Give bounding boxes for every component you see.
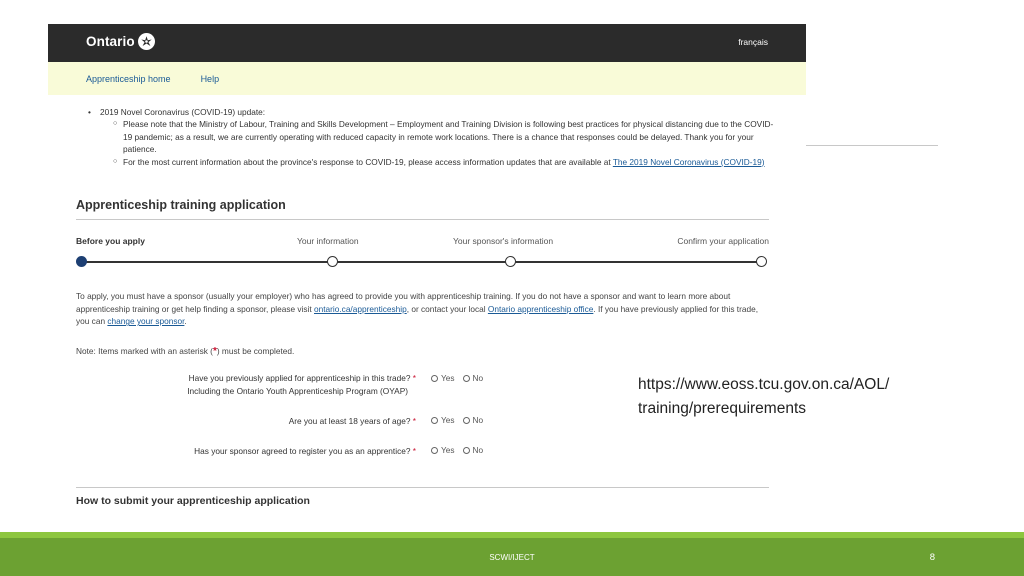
change-sponsor-link[interactable]: change your sponsor [107, 316, 184, 326]
radio-group-sponsor-agreed: Yes No [431, 445, 483, 455]
step-label-confirm: Confirm your application [677, 236, 769, 246]
radio-circle-icon [462, 416, 470, 424]
website-screenshot: Ontario français Apprenticeship home Hel… [48, 24, 806, 524]
required-asterisk: * [412, 416, 416, 426]
question-label: Have you previously applied for apprenti… [188, 373, 411, 383]
language-toggle-link[interactable]: français [738, 37, 768, 47]
question-label: Are you at least 18 years of age? [288, 416, 411, 426]
step-label-sponsor-information: Your sponsor's information [453, 236, 554, 246]
step-dot-2 [327, 256, 338, 267]
page-number: 8 [929, 552, 935, 563]
radio-label: Yes [441, 373, 455, 383]
radio-group-previously-applied: Yes No [431, 373, 483, 383]
covid-notice: • 2019 Novel Coronavirus (COVID-19) upda… [88, 106, 778, 168]
question-label: Has your sponsor agreed to register you … [194, 446, 411, 456]
note-text: ) must be completed. [216, 346, 295, 356]
radio-circle-icon [431, 374, 438, 382]
trillium-icon [137, 33, 155, 50]
url-line-1: https://www.eoss.tcu.gov.on.ca/AOL/ [638, 376, 890, 393]
source-url: https://www.eoss.tcu.gov.on.ca/AOL/ trai… [638, 373, 889, 421]
radio-label: Yes [441, 415, 455, 425]
note-text: Note: Items marked with an asterisk ( [76, 346, 213, 356]
intro-text: , or contact your local [406, 303, 488, 314]
bullet: ○ [113, 120, 118, 128]
radio-circle-icon [462, 374, 470, 382]
radio-circle-icon [462, 446, 470, 454]
divider [76, 487, 769, 488]
radio-label: No [472, 415, 484, 425]
slide-footer: SCWI/IJECT 8 [0, 538, 1024, 576]
covid-title: 2019 Novel Coronavirus (COVID-19) update… [100, 107, 266, 117]
nav-help[interactable]: Help [201, 74, 220, 84]
section-heading-how-to-submit: How to submit your apprenticeship applic… [76, 495, 310, 507]
radio-circle-icon [431, 416, 438, 424]
intro-text: . [184, 316, 187, 327]
nav-apprenticeship-home[interactable]: Apprenticeship home [86, 74, 171, 84]
radio-yes[interactable]: Yes [431, 445, 455, 455]
stepper-line [82, 261, 762, 263]
radio-yes[interactable]: Yes [431, 415, 455, 425]
apprenticeship-office-link[interactable]: Ontario apprenticeship office [488, 304, 593, 314]
required-asterisk: * [412, 446, 416, 456]
covid-info-link[interactable]: The 2019 Novel Coronavirus (COVID-19) [613, 157, 765, 167]
divider [76, 219, 769, 220]
radio-yes[interactable]: Yes [431, 373, 455, 383]
url-line-2: training/prerequirements [638, 400, 807, 417]
bullet: ○ [113, 157, 118, 165]
site-header: Ontario français [48, 24, 806, 62]
radio-no[interactable]: No [462, 415, 484, 425]
radio-no[interactable]: No [462, 373, 484, 383]
radio-no[interactable]: No [462, 445, 484, 455]
covid-item-2-text: For the most current information about t… [123, 156, 613, 167]
question-sponsor-agreed: Has your sponsor agreed to register you … [194, 445, 416, 458]
question-previously-applied: Have you previously applied for apprenti… [187, 372, 416, 398]
intro-paragraph: To apply, you must have a sponsor (usual… [76, 290, 770, 328]
logo-text: Ontario [86, 34, 135, 49]
footer-label: SCWI/IJECT [489, 553, 535, 562]
step-dot-1-active [76, 256, 87, 267]
radio-group-age: Yes No [431, 415, 483, 425]
covid-item-1: Please note that the Ministry of Labour,… [123, 119, 774, 155]
question-sublabel: Including the Ontario Youth Apprenticesh… [187, 386, 408, 396]
site-nav: Apprenticeship home Help [48, 62, 806, 95]
radio-label: Yes [441, 445, 455, 455]
step-label-your-information: Your information [297, 236, 359, 246]
step-label-before-you-apply: Before you apply [76, 236, 145, 246]
page-title: Apprenticeship training application [76, 198, 286, 212]
radio-label: No [472, 373, 484, 383]
apprenticeship-link[interactable]: ontario.ca/apprenticeship [314, 304, 407, 314]
divider [806, 145, 938, 146]
step-dot-4 [756, 256, 767, 267]
required-note: Note: Items marked with an asterisk (*) … [76, 346, 294, 357]
required-asterisk: * [412, 373, 416, 383]
step-dot-3 [505, 256, 516, 267]
question-age: Are you at least 18 years of age? * [289, 415, 416, 428]
radio-label: No [472, 445, 484, 455]
progress-stepper: Before you apply Your information Your s… [76, 236, 769, 276]
radio-circle-icon [431, 446, 438, 454]
ontario-logo[interactable]: Ontario [86, 33, 155, 50]
bullet: • [88, 107, 91, 117]
